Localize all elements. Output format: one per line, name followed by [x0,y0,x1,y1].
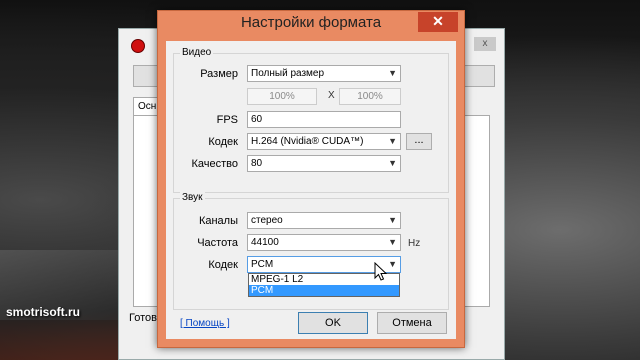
dialog-close-button[interactable]: ✕ [418,12,458,32]
channels-label: Каналы [198,215,238,227]
height-field[interactable]: 100% [339,88,401,105]
chevron-down-icon: ▼ [388,237,397,247]
format-settings-dialog: Настройки формата ✕ Видео Размер Полный … [157,10,465,348]
fps-input[interactable]: 60 [247,111,401,128]
channels-select[interactable]: стерео ▼ [247,212,401,229]
chevron-down-icon: ▼ [388,68,397,78]
video-codec-select[interactable]: H.264 (Nvidia® CUDA™) ▼ [247,133,401,150]
mouse-pointer-icon [374,262,388,281]
size-select[interactable]: Полный размер ▼ [247,65,401,82]
rate-label: Частота [197,237,238,249]
ok-button[interactable]: OK [298,312,368,334]
parent-close-button[interactable]: х [474,37,496,51]
rate-select[interactable]: 44100 ▼ [247,234,401,251]
video-codec-label: Кодек [208,136,238,148]
dropdown-option-pcm[interactable]: PCM [249,285,399,296]
cancel-button[interactable]: Отмена [377,312,447,334]
audio-codec-label: Кодек [208,259,238,271]
chevron-down-icon: ▼ [388,136,397,146]
dimension-separator: X [328,90,335,101]
watermark: smotrisoft.ru [6,305,81,319]
fps-label: FPS [216,114,238,126]
chevron-down-icon: ▼ [388,158,397,168]
record-icon[interactable] [131,39,145,53]
rate-unit: Hz [408,238,421,249]
video-legend: Видео [180,47,214,58]
quality-label: Качество [191,158,238,170]
width-field[interactable]: 100% [247,88,317,105]
audio-legend: Звук [180,192,205,203]
help-link[interactable]: [ Помощь ] [180,318,230,329]
quality-select[interactable]: 80 ▼ [247,155,401,172]
chevron-down-icon: ▼ [388,215,397,225]
parent-status: Готов [129,312,157,324]
size-label: Размер [200,68,238,80]
chevron-down-icon: ▼ [388,259,397,269]
codec-options-button[interactable]: ... [406,133,432,150]
video-group: Видео Размер Полный размер ▼ 100% X 100% … [173,47,449,193]
